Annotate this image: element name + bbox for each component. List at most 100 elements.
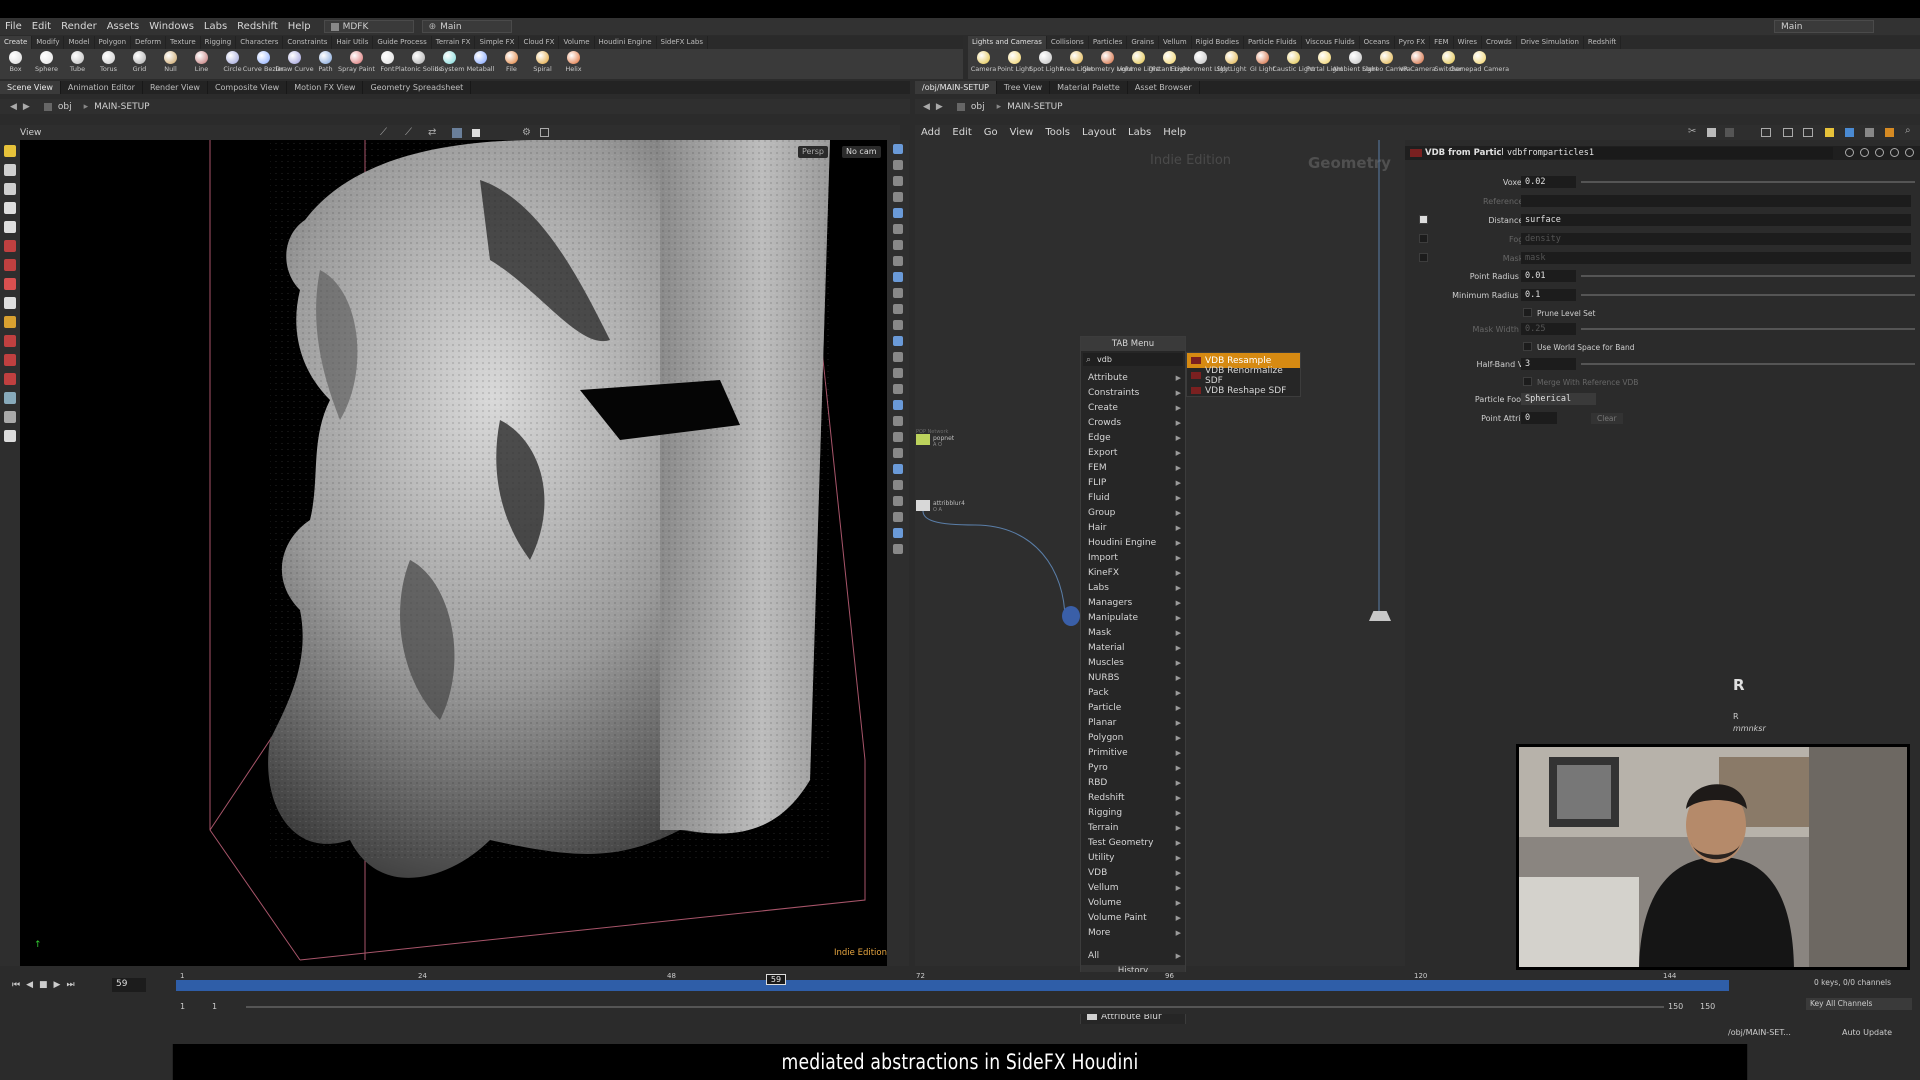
- tab-menu-item-edge[interactable]: Edge ▶: [1081, 430, 1185, 445]
- network-icon[interactable]: [1725, 128, 1734, 137]
- display-tool-icon[interactable]: [893, 256, 903, 266]
- gear-icon[interactable]: [1845, 148, 1854, 157]
- tab-menu-item-pack[interactable]: Pack ▶: [1081, 685, 1185, 700]
- tool-path[interactable]: Path: [310, 49, 341, 79]
- tab-menu-item-manipulate[interactable]: Manipulate ▶: [1081, 610, 1185, 625]
- left-path-root[interactable]: obj: [58, 102, 72, 112]
- tab-menu-item-attribute[interactable]: Attribute ▶: [1081, 370, 1185, 385]
- tab-menu-item-create[interactable]: Create ▶: [1081, 400, 1185, 415]
- tab-menu-item-primitive[interactable]: Primitive ▶: [1081, 745, 1185, 760]
- stop-icon[interactable]: ■: [39, 980, 48, 990]
- pose-icon[interactable]: ⟋: [405, 127, 412, 138]
- tab-menu-item-group[interactable]: Group ▶: [1081, 505, 1185, 520]
- tab-menu-item-fem[interactable]: FEM ▶: [1081, 460, 1185, 475]
- tab-menu-item-export[interactable]: Export ▶: [1081, 445, 1185, 460]
- tool-distant-light[interactable]: Distant Light: [1149, 49, 1190, 79]
- display-tool-icon[interactable]: [893, 176, 903, 186]
- safe-area-icon[interactable]: [540, 128, 549, 137]
- tab-menu-item-kinefx[interactable]: KineFX ▶: [1081, 565, 1185, 580]
- param-field-voxel-size[interactable]: 0.02: [1521, 176, 1576, 188]
- tab-menu-item-material[interactable]: Material ▶: [1081, 640, 1185, 655]
- range-end[interactable]: 150: [1668, 1002, 1683, 1011]
- shelf-tab-guide-process[interactable]: Guide Process: [373, 36, 432, 49]
- left-tool-icon[interactable]: [4, 221, 16, 233]
- node-name-field[interactable]: vdbfromparticles1: [1503, 147, 1833, 159]
- left-tool-icon[interactable]: [4, 392, 16, 404]
- tab-menu-item-fluid[interactable]: Fluid ▶: [1081, 490, 1185, 505]
- tab-menu-item-rigging[interactable]: Rigging ▶: [1081, 805, 1185, 820]
- param-toggle-distance-vdb[interactable]: [1419, 215, 1428, 224]
- tab-menu-item-nurbs[interactable]: NURBS ▶: [1081, 670, 1185, 685]
- tab-menu-item-more[interactable]: More ▶: [1081, 925, 1185, 940]
- search-icon[interactable]: ⌕: [1905, 125, 1911, 136]
- range-end2[interactable]: 150: [1700, 1002, 1715, 1011]
- menu-labs[interactable]: Labs: [199, 21, 232, 32]
- param-field-half-band-voxels[interactable]: 3: [1521, 358, 1576, 370]
- shelf-tab-collisions[interactable]: Collisions: [1047, 36, 1089, 49]
- tab-menu-item-labs[interactable]: Labs ▶: [1081, 580, 1185, 595]
- left-tool-icon[interactable]: [4, 259, 16, 271]
- timeline-bar[interactable]: [176, 980, 1729, 991]
- tool-geometry-light[interactable]: Geometry Light: [1082, 49, 1133, 79]
- display-tool-icon[interactable]: [893, 448, 903, 458]
- param-field-reference-vdb[interactable]: [1521, 195, 1911, 207]
- display-tool-icon[interactable]: [893, 240, 903, 250]
- panel-tab-animation-editor[interactable]: Animation Editor: [61, 81, 143, 94]
- tool-environment-light[interactable]: Environment Light: [1171, 49, 1230, 79]
- display-tool-icon[interactable]: [893, 544, 903, 554]
- shelf-tab-terrain-fx[interactable]: Terrain FX: [432, 36, 476, 49]
- gear-icon[interactable]: ⚙: [522, 127, 531, 138]
- tool-box[interactable]: Box: [0, 49, 31, 79]
- left-tool-icon[interactable]: [4, 335, 16, 347]
- key-all-channels[interactable]: Key All Channels: [1806, 998, 1912, 1010]
- snap-icon[interactable]: ⟋: [380, 127, 387, 138]
- tab-menu-item-terrain[interactable]: Terrain ▶: [1081, 820, 1185, 835]
- tab-menu-item-polygon[interactable]: Polygon ▶: [1081, 730, 1185, 745]
- display-tool-icon[interactable]: [893, 352, 903, 362]
- display-tool-icon[interactable]: [893, 224, 903, 234]
- tool-camera[interactable]: Camera: [968, 49, 999, 79]
- camera-menu[interactable]: No cam: [842, 146, 881, 158]
- param-field-mask-vdb[interactable]: mask: [1521, 252, 1911, 264]
- menu-render[interactable]: Render: [56, 21, 102, 32]
- tool-tube[interactable]: Tube: [62, 49, 93, 79]
- display-options-icon[interactable]: [452, 127, 462, 138]
- panel-tab-tree-view[interactable]: Tree View: [997, 81, 1051, 94]
- shelf-tab-deform[interactable]: Deform: [131, 36, 167, 49]
- shelf-tab-particles[interactable]: Particles: [1089, 36, 1128, 49]
- panel-tab-motion-fx-view[interactable]: Motion FX View: [287, 81, 364, 94]
- param-field-mask-width-scale[interactable]: 0.25: [1521, 323, 1576, 335]
- submenu-item-vdb-reshape-sdf[interactable]: VDB Reshape SDF: [1187, 383, 1300, 398]
- tab-menu-item-particle[interactable]: Particle ▶: [1081, 700, 1185, 715]
- param-checkbox-use-world-space-for-band[interactable]: [1523, 342, 1532, 351]
- display-tool-icon[interactable]: [893, 480, 903, 490]
- tool-spray-paint[interactable]: Spray Paint: [338, 49, 375, 79]
- shelf-tab-rigging[interactable]: Rigging: [201, 36, 237, 49]
- info-icon[interactable]: [1905, 148, 1914, 157]
- clear-button[interactable]: Clear: [1591, 412, 1623, 424]
- shelf-tab-viscous-fluids[interactable]: Viscous Fluids: [1302, 36, 1360, 49]
- tab-menu-item-constraints[interactable]: Constraints ▶: [1081, 385, 1185, 400]
- display-tool-icon[interactable]: [893, 304, 903, 314]
- tool-draw-curve[interactable]: Draw Curve: [275, 49, 314, 79]
- tab-menu-item-vellum[interactable]: Vellum ▶: [1081, 880, 1185, 895]
- tab-menu-item-utility[interactable]: Utility ▶: [1081, 850, 1185, 865]
- menu-edit[interactable]: Edit: [27, 21, 56, 32]
- shelf-tab-polygon[interactable]: Polygon: [95, 36, 132, 49]
- range-slider[interactable]: [246, 1006, 1664, 1008]
- left-tool-icon[interactable]: [4, 373, 16, 385]
- display-tool-icon[interactable]: [893, 368, 903, 378]
- display-tool-icon[interactable]: [893, 144, 903, 154]
- display-tool-icon[interactable]: [893, 272, 903, 282]
- shelf-tab-crowds[interactable]: Crowds: [1482, 36, 1517, 49]
- tool-curve-bezier[interactable]: Curve Bezier: [243, 49, 284, 79]
- left-tool-icon[interactable]: [4, 354, 16, 366]
- param-field-point-radius-scale[interactable]: 0.01: [1521, 270, 1576, 282]
- param-checkbox-merge-with-reference-vdb[interactable]: [1523, 377, 1532, 386]
- shelf-tab-pyro-fx[interactable]: Pyro FX: [1395, 36, 1431, 49]
- tool-l-system[interactable]: L-System: [434, 49, 465, 79]
- menu-file[interactable]: File: [0, 21, 27, 32]
- param-field-fog-vdb[interactable]: density: [1521, 233, 1911, 245]
- scene-viewport[interactable]: Persp No cam Indie Edition ↑: [20, 140, 887, 966]
- display-tool-icon[interactable]: [893, 464, 903, 474]
